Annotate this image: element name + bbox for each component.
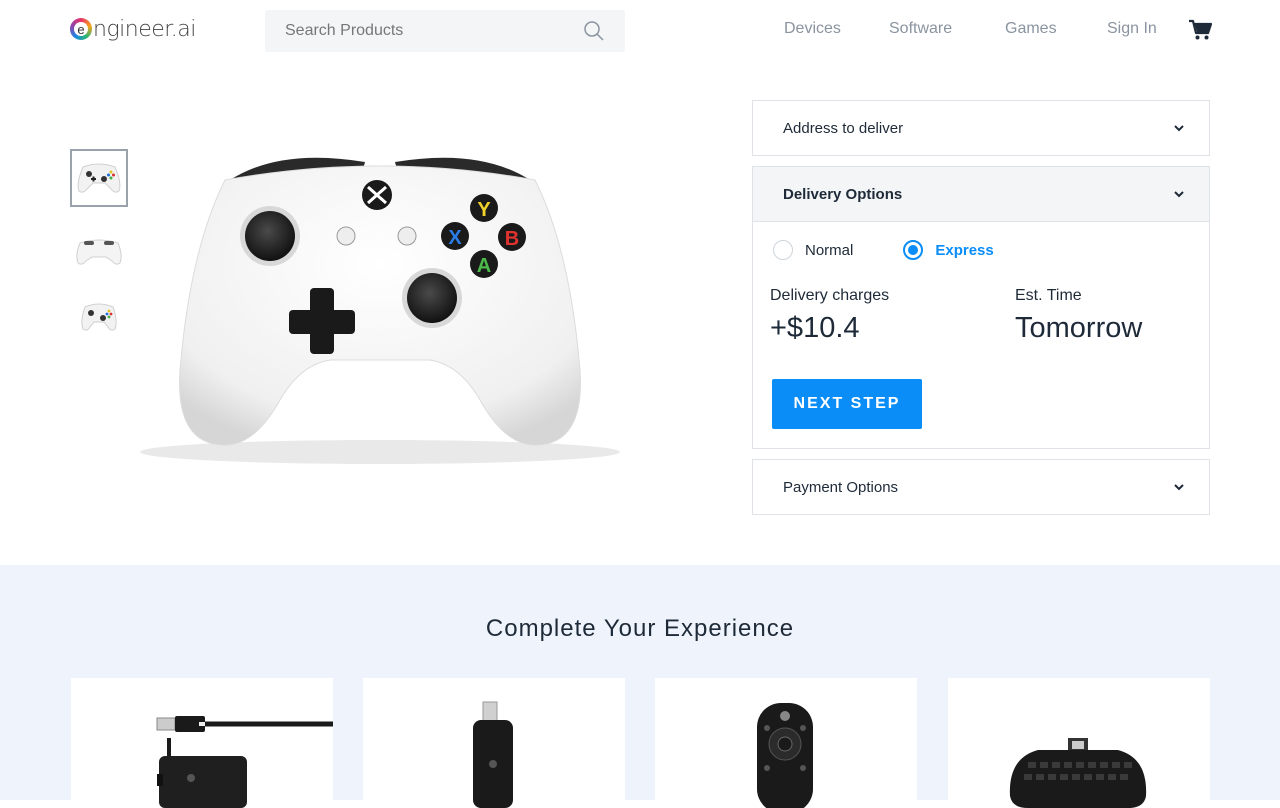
cart-icon[interactable] xyxy=(1188,19,1212,41)
radio-normal[interactable] xyxy=(773,240,793,260)
address-section[interactable]: Address to deliver xyxy=(752,100,1210,156)
next-step-button[interactable]: NEXT STEP xyxy=(772,379,922,429)
address-header[interactable]: Address to deliver xyxy=(753,101,1209,155)
delivery-section: Delivery Options Normal Express Delivery… xyxy=(752,166,1210,449)
chatpad-image xyxy=(1009,738,1147,808)
wireless-adapter-image xyxy=(473,701,513,808)
svg-text:A: A xyxy=(477,255,491,277)
radio-express[interactable] xyxy=(903,240,924,260)
delivery-options: Normal Express xyxy=(773,240,994,260)
product-card-charge-kit[interactable] xyxy=(71,678,333,808)
product-card-chatpad[interactable] xyxy=(948,678,1210,808)
media-remote-image xyxy=(757,703,813,808)
payment-header[interactable]: Payment Options xyxy=(753,460,1209,514)
est-time-value: Tomorrow xyxy=(1015,312,1143,344)
payment-label: Payment Options xyxy=(783,478,899,496)
nav-software[interactable]: Software xyxy=(889,20,952,38)
recommendations-section: Complete Your Experience xyxy=(0,565,1280,808)
search-input[interactable] xyxy=(285,22,583,40)
chevron-down-icon xyxy=(1174,125,1184,132)
recommendations-title: Complete Your Experience xyxy=(485,615,795,642)
delivery-charges-value: +$10.4 xyxy=(770,312,860,344)
svg-text:Y: Y xyxy=(477,199,491,221)
delivery-header[interactable]: Delivery Options xyxy=(753,167,1209,222)
search-icon[interactable] xyxy=(583,20,605,42)
logo-text: ngineer.ai xyxy=(93,16,196,42)
nav-devices[interactable]: Devices xyxy=(784,20,841,38)
product-card-media-remote[interactable] xyxy=(655,678,917,808)
thumbnail-angled[interactable] xyxy=(70,287,128,345)
product-image: Y B X A xyxy=(140,157,620,464)
thumbnail-front[interactable] xyxy=(70,149,128,207)
nav-sign-in[interactable]: Sign In xyxy=(1107,20,1157,38)
option-express-label[interactable]: Express xyxy=(935,242,993,259)
delivery-label: Delivery Options xyxy=(783,185,903,203)
chevron-down-icon xyxy=(1174,484,1184,491)
chevron-down-icon xyxy=(1174,191,1184,198)
charge-kit-image xyxy=(156,716,333,808)
thumbnail-top[interactable] xyxy=(70,222,128,280)
header: e ngineer.ai Devices Software Games Sign… xyxy=(0,0,1280,62)
delivery-charges-label: Delivery charges xyxy=(770,287,890,304)
est-time-label: Est. Time xyxy=(1015,287,1082,304)
logo-letter: e xyxy=(74,22,88,36)
controller-thumb-icon xyxy=(77,163,121,193)
logo[interactable]: e ngineer.ai xyxy=(70,14,196,44)
svg-text:X: X xyxy=(448,227,462,249)
controller-thumb-icon xyxy=(76,239,122,265)
address-label: Address to deliver xyxy=(783,119,904,137)
controller-thumb-icon xyxy=(81,303,117,331)
svg-text:B: B xyxy=(505,228,519,250)
search-bar xyxy=(265,10,625,52)
logo-ring-icon: e xyxy=(70,18,92,40)
product-card-wireless-adapter[interactable] xyxy=(363,678,625,808)
nav-games[interactable]: Games xyxy=(1005,20,1057,38)
payment-section[interactable]: Payment Options xyxy=(752,459,1210,515)
option-normal-label[interactable]: Normal xyxy=(805,242,853,259)
